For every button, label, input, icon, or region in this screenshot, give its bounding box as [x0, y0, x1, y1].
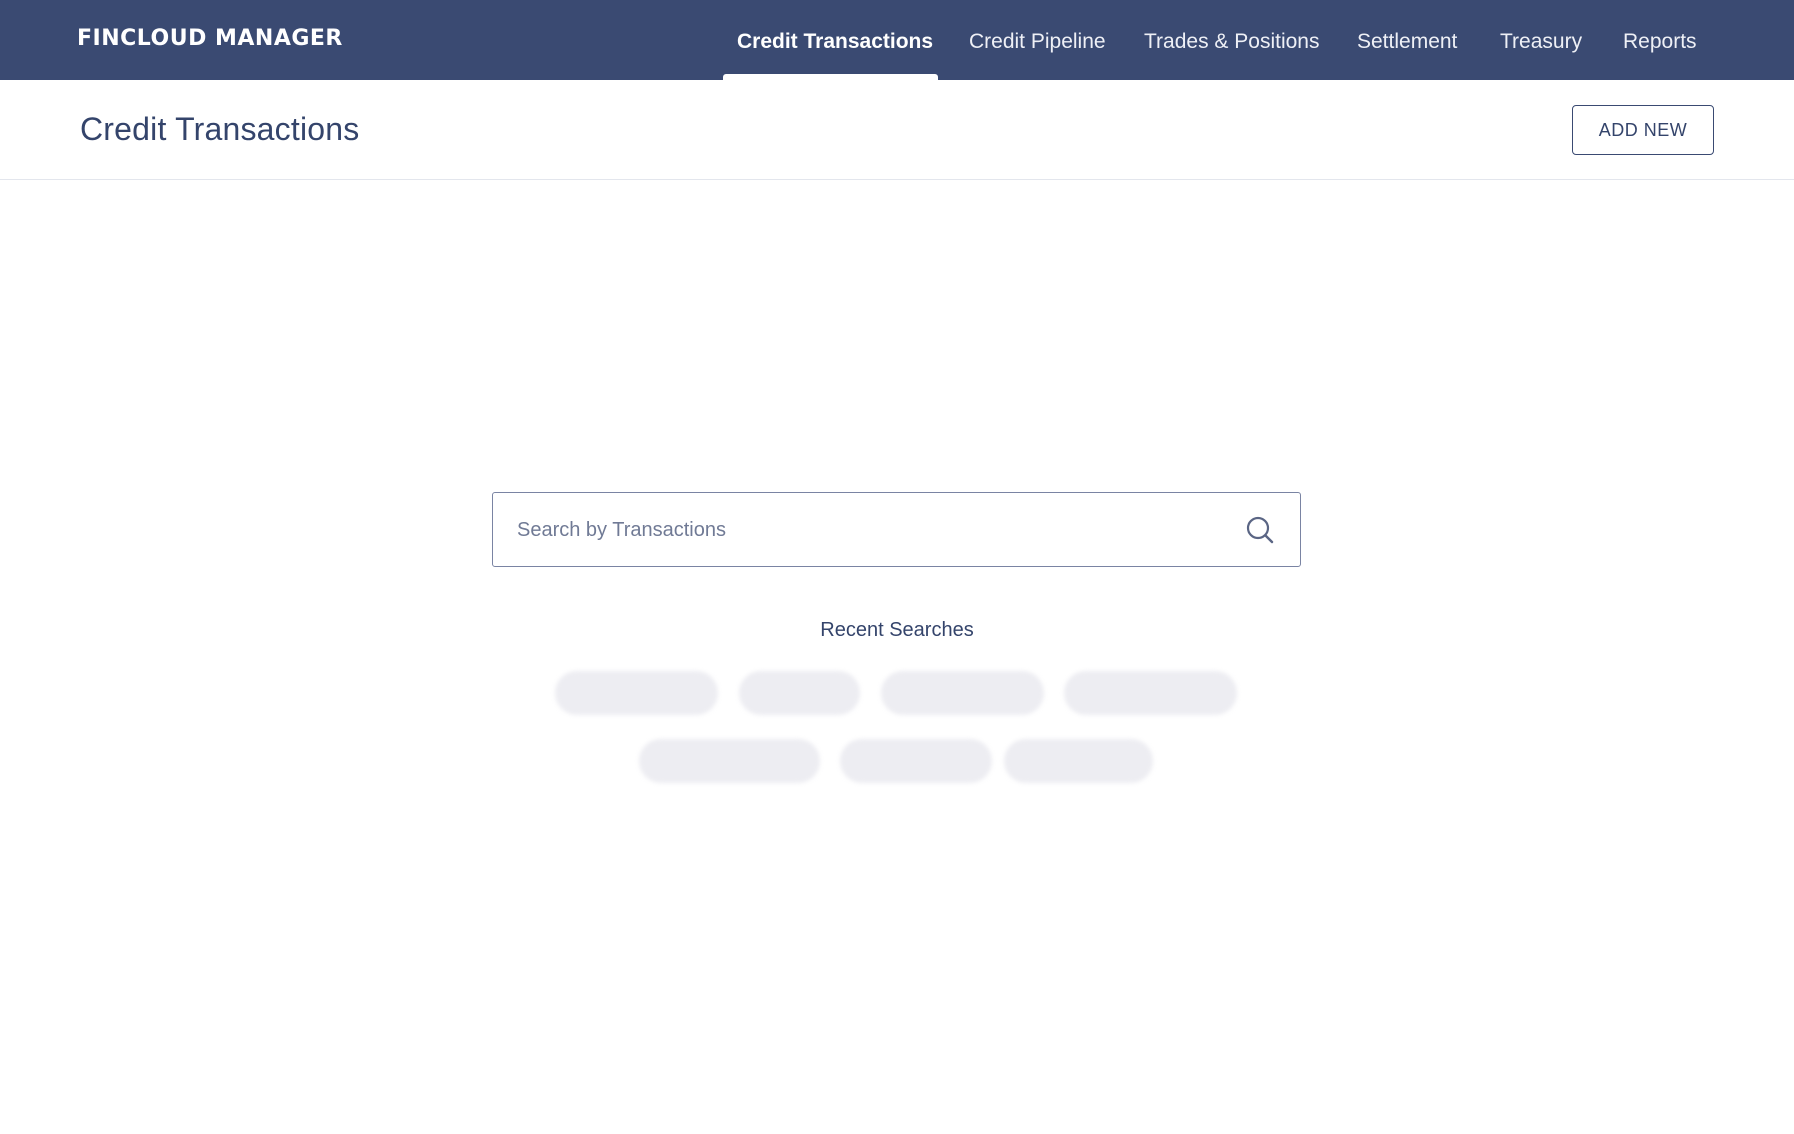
recent-search-chip[interactable]: [555, 671, 718, 715]
add-new-button[interactable]: ADD NEW: [1572, 105, 1714, 155]
nav-item-settlement[interactable]: Settlement: [1357, 0, 1457, 80]
nav-item-credit-pipeline[interactable]: Credit Pipeline: [969, 0, 1106, 80]
nav-item-reports[interactable]: Reports: [1623, 0, 1697, 80]
nav-item-trades-positions[interactable]: Trades & Positions: [1144, 0, 1319, 80]
recent-search-chip[interactable]: [1064, 671, 1237, 715]
page-title: Credit Transactions: [80, 111, 360, 147]
recent-searches-title: Recent Searches: [820, 619, 974, 641]
recent-search-chip[interactable]: [840, 739, 992, 783]
nav-item-treasury[interactable]: Treasury: [1500, 0, 1582, 80]
recent-search-chip[interactable]: [881, 671, 1044, 715]
brand-logo[interactable]: FINCLOUD MANAGER: [77, 26, 343, 51]
recent-search-chip[interactable]: [739, 671, 860, 715]
recent-search-chip[interactable]: [1004, 739, 1153, 783]
search-box: [492, 492, 1301, 567]
page-header: Credit Transactions ADD NEW: [0, 80, 1794, 180]
search-input[interactable]: [515, 493, 1199, 567]
top-navigation-bar: FINCLOUD MANAGER Credit Transactions Cre…: [0, 0, 1794, 80]
recent-search-chip[interactable]: [639, 739, 820, 783]
nav-item-credit-transactions[interactable]: Credit Transactions: [737, 0, 933, 80]
search-icon[interactable]: [1245, 515, 1275, 545]
